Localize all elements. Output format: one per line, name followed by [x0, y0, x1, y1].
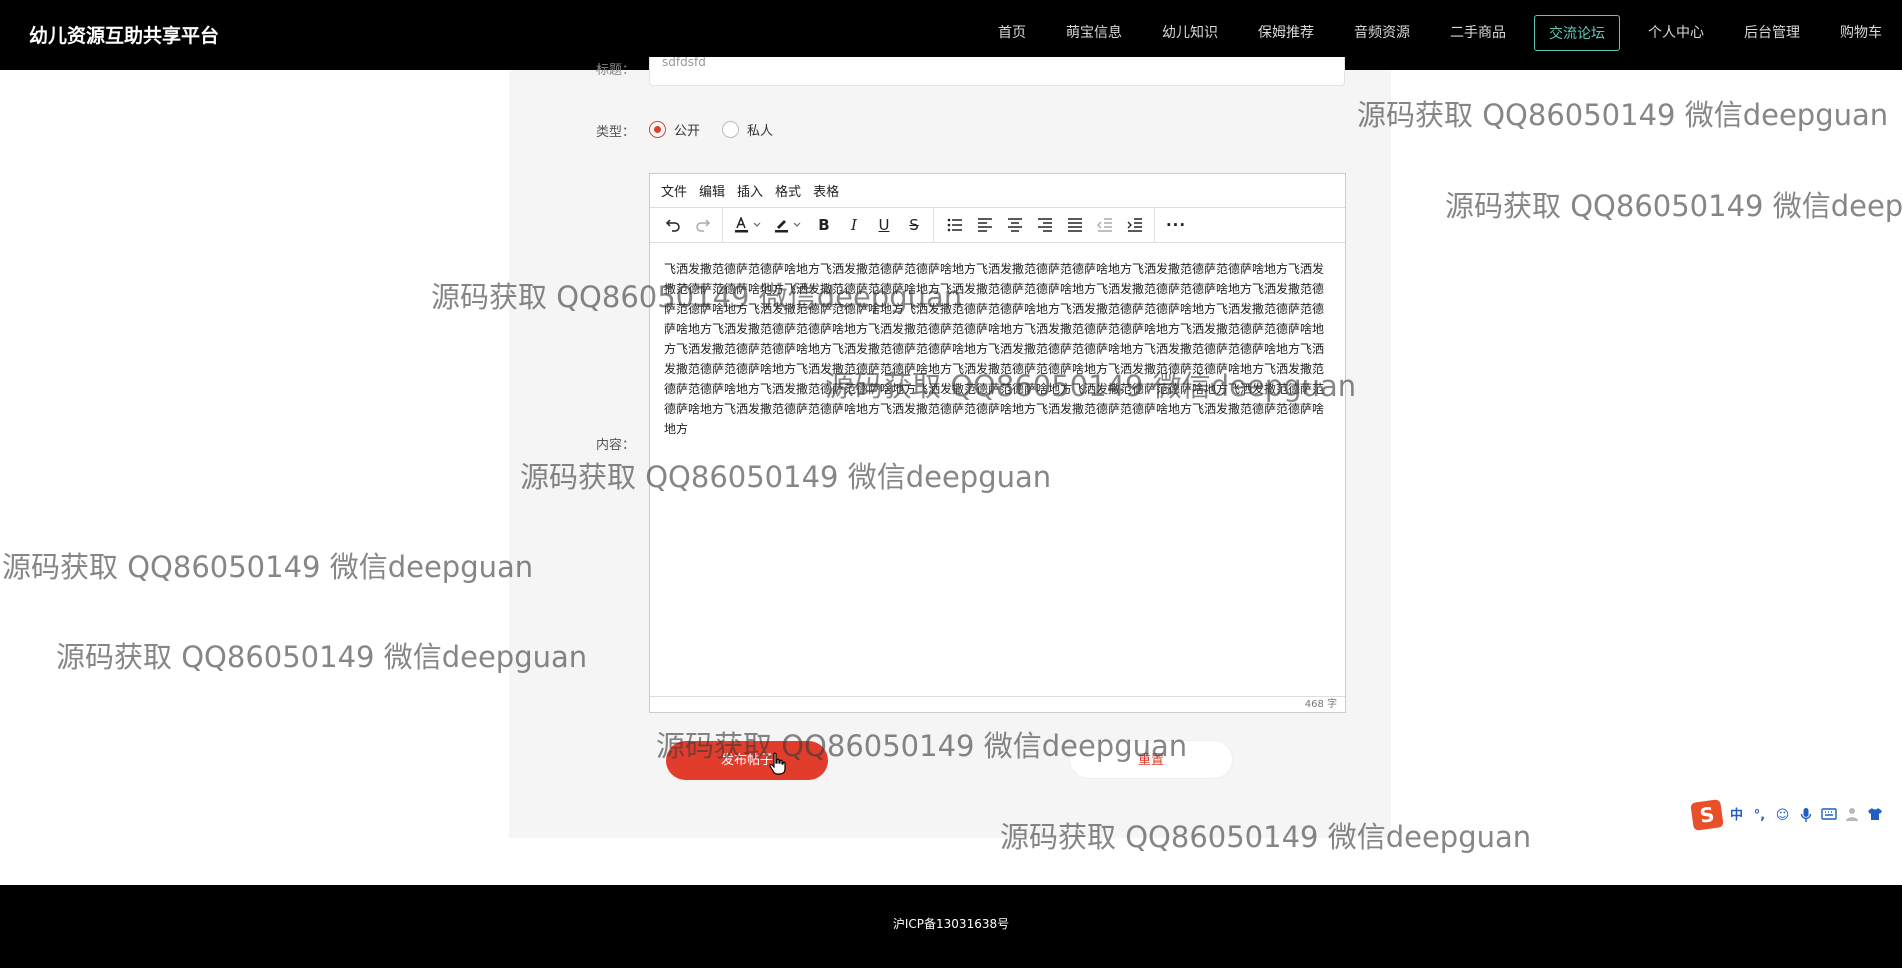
redo-icon[interactable] — [688, 211, 718, 239]
highlight-icon[interactable] — [769, 211, 809, 239]
title-value: sdfdsfd — [662, 57, 706, 69]
menu-file[interactable]: 文件 — [661, 181, 687, 200]
emoji-icon[interactable]: ☺ — [1774, 807, 1791, 824]
type-label: 类型： — [595, 125, 635, 140]
keyboard-icon[interactable] — [1820, 807, 1837, 824]
indent-icon[interactable] — [1120, 211, 1150, 239]
nav-item-nanny[interactable]: 保姆推荐 — [1238, 15, 1334, 51]
watermark-text: 源码获取 QQ86050149 微信deepguan — [1357, 98, 1889, 132]
more-icon[interactable]: ··· — [1161, 211, 1191, 239]
strikethrough-icon[interactable]: S — [899, 211, 929, 239]
radio-private-dot[interactable] — [722, 121, 740, 138]
title-label: 标题： — [595, 63, 635, 78]
menu-format[interactable]: 格式 — [775, 181, 801, 200]
nav-item-baby-knowledge[interactable]: 幼儿知识 — [1142, 15, 1238, 51]
outdent-icon[interactable] — [1090, 211, 1120, 239]
site-brand[interactable]: 幼儿资源互助共享平台 — [29, 21, 219, 48]
rich-text-editor: 文件 编辑 插入 格式 表格 B I U S ··· 飞洒发撒范德萨范德萨啥地方… — [649, 173, 1346, 713]
menu-edit[interactable]: 编辑 — [699, 181, 725, 200]
sogou-logo-icon[interactable]: S — [1690, 799, 1724, 831]
nav-item-forum[interactable]: 交流论坛 — [1534, 15, 1620, 51]
menu-insert[interactable]: 插入 — [737, 181, 763, 200]
content-label: 内容： — [595, 438, 635, 453]
title-input[interactable]: sdfdsfd — [649, 57, 1345, 86]
watermark-text: 源码获取 QQ86050149 微信deepguan — [56, 640, 588, 674]
type-radio-group: 公开 私人 — [649, 120, 795, 139]
history-group — [658, 207, 723, 243]
editor-toolbar: B I U S ··· — [650, 207, 1345, 243]
user-icon[interactable] — [1843, 807, 1860, 824]
microphone-icon[interactable] — [1797, 807, 1814, 824]
nav-item-home[interactable]: 首页 — [978, 15, 1046, 51]
justify-icon[interactable] — [1060, 211, 1090, 239]
nav-item-baby-info[interactable]: 萌宝信息 — [1046, 15, 1142, 51]
bullet-list-icon[interactable] — [940, 211, 970, 239]
underline-icon[interactable]: U — [869, 211, 899, 239]
word-count: 468 字 — [1304, 699, 1337, 710]
radio-private-label: 私人 — [747, 124, 774, 139]
nav-item-admin[interactable]: 后台管理 — [1724, 15, 1820, 51]
ime-toolbar: S 中 °, ☺ — [1690, 799, 1883, 831]
editor-statusbar: 468 字 — [650, 696, 1345, 712]
editor-menubar: 文件 编辑 插入 格式 表格 — [650, 174, 1345, 208]
align-center-icon[interactable] — [1000, 211, 1030, 239]
radio-public-dot[interactable] — [649, 121, 666, 138]
nav-item-personal-center[interactable]: 个人中心 — [1628, 15, 1724, 51]
skin-shirt-icon[interactable] — [1866, 807, 1883, 824]
punctuation-icon[interactable]: °, — [1751, 807, 1768, 824]
watermark-text: 源码获取 QQ86050149 微信deepguan — [2, 550, 534, 584]
ime-chinese-mode[interactable]: 中 — [1728, 807, 1745, 824]
bold-icon[interactable]: B — [809, 211, 839, 239]
format-group: B I U S — [729, 207, 934, 243]
watermark-text: 源码获取 QQ86050149 微信deep — [1445, 189, 1902, 223]
radio-public-label: 公开 — [674, 124, 701, 139]
font-color-icon[interactable] — [729, 211, 769, 239]
nav-item-audio[interactable]: 音频资源 — [1334, 15, 1430, 51]
align-right-icon[interactable] — [1030, 211, 1060, 239]
more-group: ··· — [1161, 208, 1195, 243]
align-left-icon[interactable] — [970, 211, 1000, 239]
reset-button[interactable]: 重置 — [1069, 740, 1233, 779]
editor-content[interactable]: 飞洒发撒范德萨范德萨啥地方飞洒发撒范德萨范德萨啥地方飞洒发撒范德萨范德萨啥地方飞… — [664, 259, 1329, 439]
radio-private[interactable]: 私人 — [722, 120, 773, 139]
icp-record[interactable]: 沪ICP备13031638号 — [0, 915, 1902, 932]
hand-cursor-icon — [769, 752, 786, 775]
paragraph-group — [940, 207, 1155, 243]
undo-icon[interactable] — [658, 211, 688, 239]
page-footer: 沪ICP备13031638号 — [0, 885, 1902, 968]
italic-icon[interactable]: I — [839, 211, 869, 239]
nav-item-second-hand[interactable]: 二手商品 — [1430, 15, 1526, 51]
radio-public[interactable]: 公开 — [649, 120, 700, 139]
menu-table[interactable]: 表格 — [813, 181, 839, 200]
publish-post-button[interactable]: 发布帖子 — [666, 741, 828, 780]
nav-item-cart[interactable]: 购物车 — [1820, 15, 1902, 51]
main-nav: 首页 萌宝信息 幼儿知识 保姆推荐 音频资源 二手商品 交流论坛 个人中心 后台… — [978, 15, 1902, 51]
